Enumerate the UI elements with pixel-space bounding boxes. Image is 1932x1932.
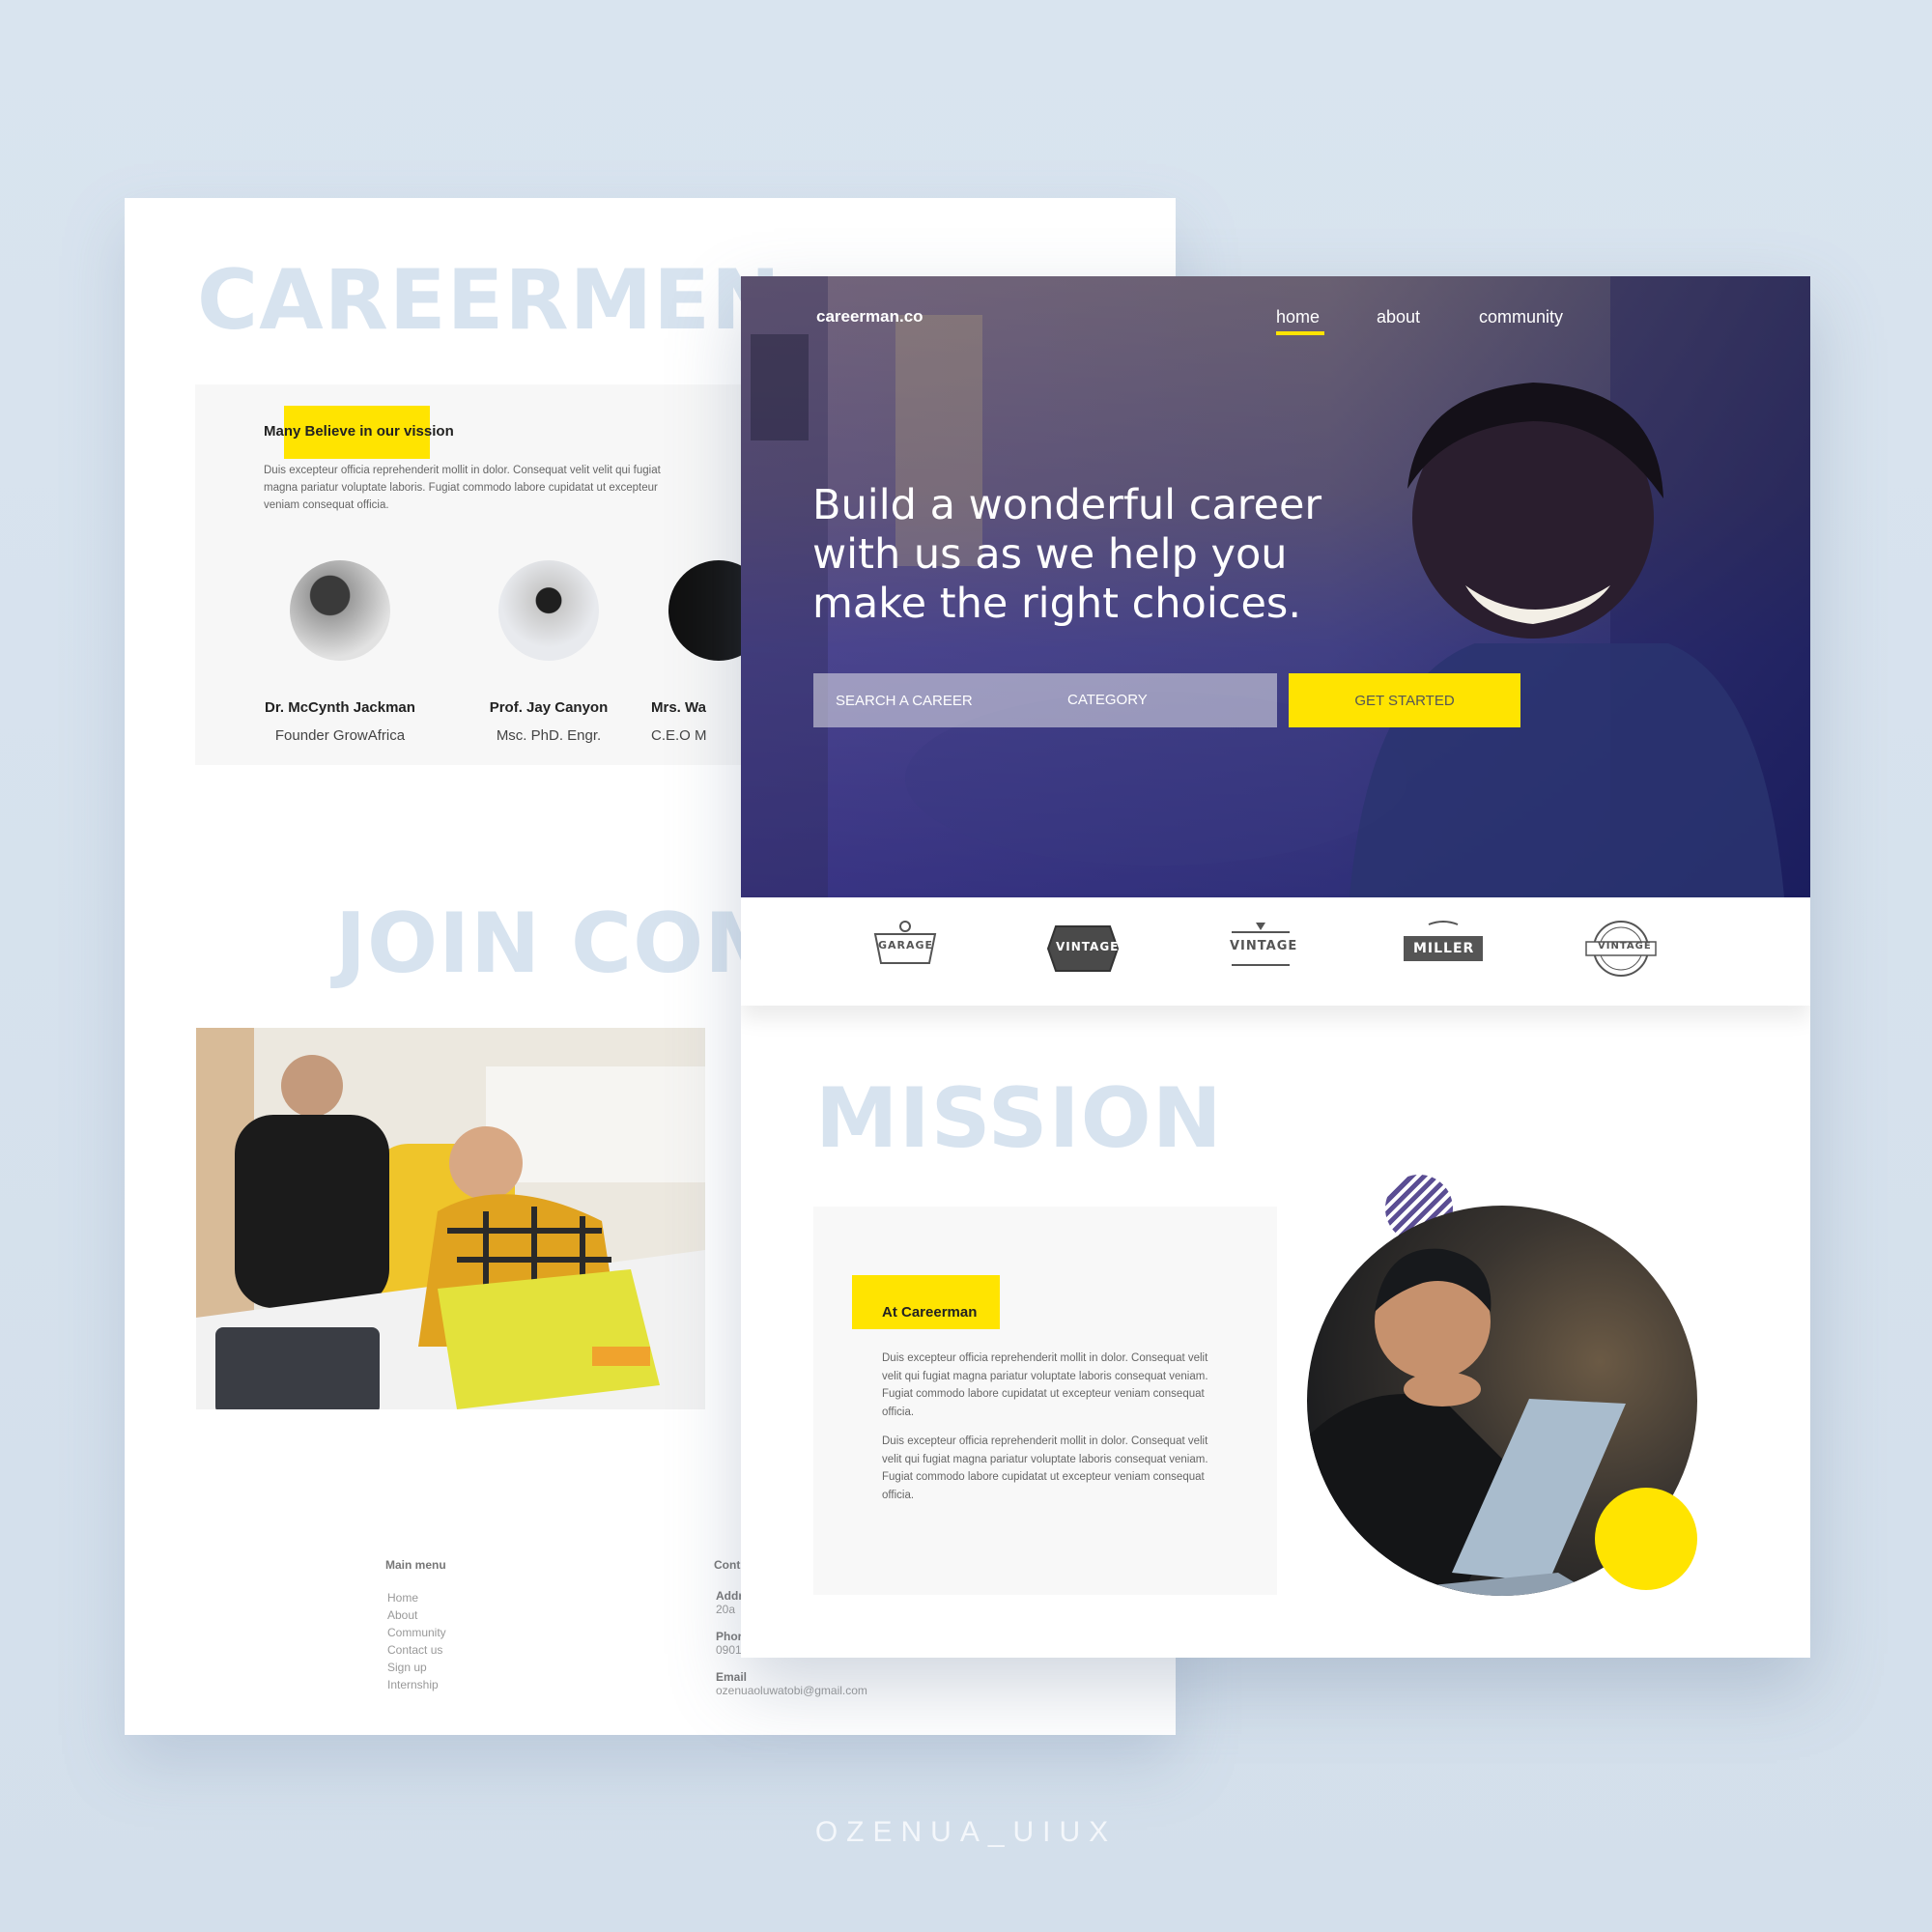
nav-active-indicator (1276, 331, 1324, 335)
garage-logo: GARAGE (869, 919, 941, 983)
vintage-crest-logo: VINTAGE (1227, 919, 1298, 983)
logo-text: VINTAGE (1230, 939, 1298, 953)
brand-logo[interactable]: careerman.co (816, 307, 923, 327)
contact-phone: Phor 0901 (716, 1630, 742, 1657)
footer-menu-title: Main menu (385, 1558, 446, 1572)
vision-title: Many Believe in our vission (264, 423, 454, 440)
avatar (290, 560, 390, 661)
logo-text: MILLER (1413, 941, 1475, 956)
partner-logo-strip: GARAGE VINTAGE VINTAGE MILLER VINTAGE (741, 897, 1810, 1006)
get-started-button[interactable]: GET STARTED (1289, 673, 1520, 727)
member-role: Msc. PhD. Engr. (496, 727, 602, 744)
logo-text: GARAGE (878, 939, 934, 952)
member-name: Prof. Jay Canyon (489, 699, 609, 716)
vintage-badge-logo: VINTAGE (1046, 919, 1120, 983)
footer-link-internship[interactable]: Internship (387, 1676, 446, 1693)
mission-paragraph: Duis excepteur officia reprehenderit mol… (882, 1435, 1208, 1501)
nav-home[interactable]: home (1276, 307, 1320, 327)
vintage-round-logo: VINTAGE (1584, 919, 1658, 983)
career-search-input[interactable] (813, 673, 1045, 727)
nav-community[interactable]: community (1479, 307, 1563, 327)
vision-body: Duis excepteur officia reprehenderit mol… (264, 465, 661, 511)
join-community-title: JOIN COM (335, 895, 788, 992)
address-value: 20a (716, 1603, 736, 1616)
logo-text: VINTAGE (1056, 940, 1120, 953)
miller-logo: MILLER (1400, 919, 1487, 983)
member-role: Founder GrowAfrica (274, 727, 406, 744)
address-label: Addr (716, 1589, 743, 1603)
mission-paragraph: Duis excepteur officia reprehenderit mol… (882, 1352, 1208, 1418)
footer-link-home[interactable]: Home (387, 1589, 446, 1606)
decorative-yellow-circle (1595, 1488, 1697, 1590)
nav-about[interactable]: about (1377, 307, 1420, 327)
member-name: Dr. McCynth Jackman (265, 699, 415, 716)
hero-section: careerman.co home about community Build … (741, 276, 1810, 897)
footer-link-community[interactable]: Community (387, 1624, 446, 1641)
search-bar: CATEGORY (813, 673, 1277, 727)
footer-contact-title: Cont (714, 1558, 741, 1572)
phone-value: 0901 (716, 1643, 742, 1657)
front-page-mockup: careerman.co home about community Build … (741, 276, 1810, 1658)
team-member: Prof. Jay Canyon Msc. PhD. Engr. (447, 560, 650, 744)
email-value[interactable]: ozenuaoluwatobi@gmail.com (716, 1684, 867, 1697)
footer-link-contact[interactable]: Contact us (387, 1641, 446, 1659)
mission-label: At Careerman (882, 1304, 978, 1321)
footer-link-about[interactable]: About (387, 1606, 446, 1624)
designer-watermark: OZENUA_UIUX (814, 1816, 1118, 1848)
footer-menu: Home About Community Contact us Sign up … (387, 1589, 446, 1693)
category-select[interactable]: CATEGORY (1067, 692, 1148, 708)
community-photo (196, 1028, 705, 1409)
contact-address: Addr 20a (716, 1589, 743, 1616)
hero-headline: Build a wonderful career with us as we h… (812, 481, 1322, 628)
page-title: CAREERMEN (197, 252, 781, 349)
phone-label: Phor (716, 1630, 743, 1643)
logo-text: VINTAGE (1598, 941, 1652, 952)
mission-card: At Careerman Duis excepteur officia repr… (813, 1207, 1277, 1595)
avatar (498, 560, 599, 661)
footer-link-signup[interactable]: Sign up (387, 1659, 446, 1676)
mission-title: MISSION (815, 1070, 1223, 1167)
highlight-block (852, 1275, 1000, 1329)
contact-email: Email ozenuaoluwatobi@gmail.com (716, 1670, 867, 1697)
team-member: Dr. McCynth Jackman Founder GrowAfrica (239, 560, 441, 744)
community-photo-illustration (196, 1028, 705, 1409)
email-label: Email (716, 1670, 748, 1684)
